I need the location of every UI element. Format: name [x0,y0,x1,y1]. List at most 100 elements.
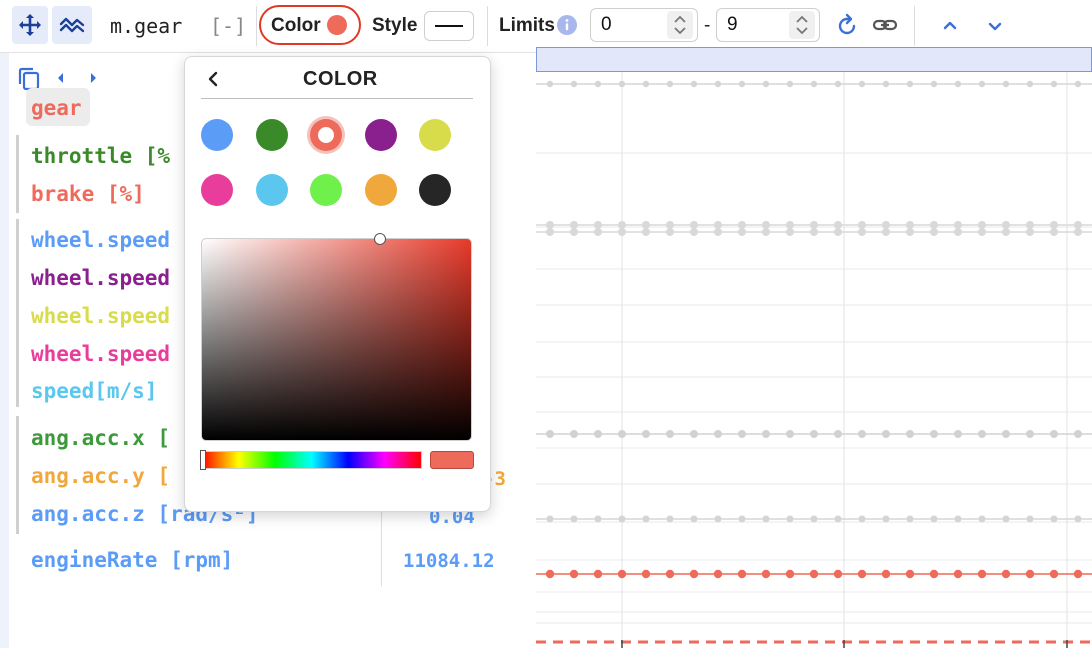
plot-trace-point [978,80,986,88]
signal-item[interactable]: wheel.speed [31,304,170,328]
selected-signal[interactable]: gear [26,88,90,126]
line-style-button[interactable] [424,11,474,41]
color-button[interactable]: Color [259,5,361,45]
chevron-left-icon[interactable] [54,71,68,85]
limit-max-stepper[interactable] [789,11,815,39]
stepper-arrows-icon [796,15,808,35]
info-icon[interactable] [557,15,577,35]
limit-min-input[interactable]: 0 [590,8,698,42]
group-bar [16,219,19,407]
color-swatch[interactable] [310,119,342,151]
plot-trace-point [906,80,914,88]
limit-max-input[interactable]: 9 [716,8,820,42]
plot-trace-point [786,80,794,88]
plot-trace-point [906,430,914,438]
plot-trace-point [834,430,842,438]
plot-trace-point [594,430,602,438]
signal-item[interactable]: brake [%] [31,182,145,206]
color-swatch[interactable] [201,174,233,206]
plot-trace-point [954,80,962,88]
plot-trace-point [762,430,770,438]
signal-item[interactable]: wheel.speed [31,342,170,366]
group-bar [16,416,19,534]
signal-item[interactable]: throttle [% [31,144,170,168]
plot-trace-point [666,515,674,523]
plot-trace-point [762,221,770,229]
saturation-handle[interactable] [374,233,386,245]
color-swatch[interactable] [364,119,397,151]
color-swatch[interactable] [201,119,233,151]
hue-handle[interactable] [200,450,206,470]
chevron-down-icon[interactable] [985,16,1005,36]
signal-item[interactable]: wheel.speed [31,266,170,290]
plot-trace-point [882,515,890,523]
plot-trace-point [714,221,722,229]
plot-trace-point [570,221,578,229]
current-color-dot [327,15,347,35]
plot-trace-point [714,80,722,88]
plot-trace-point [1050,515,1058,523]
plot-trace-point [714,430,722,438]
chevron-right-icon[interactable] [86,71,100,85]
chevron-left-icon[interactable] [203,69,223,89]
plot-trace-point [810,228,818,236]
plot-canvas [536,72,1092,648]
plot-trace-point [810,221,818,229]
plot-header-band [536,47,1092,72]
plot-trace-gear-point [785,569,795,579]
plot-trace-point [1050,80,1058,88]
color-swatch[interactable] [419,119,451,151]
wave-lines-icon [59,17,85,33]
plot-trace-point [1002,221,1010,229]
plot-trace-point [858,80,866,88]
move-arrows-icon [19,14,41,36]
plot-trace-gear-point [929,569,939,579]
plot-trace-point [1026,80,1034,88]
plot-trace-point [690,515,698,523]
plot-trace-point [786,430,794,438]
reset-icon[interactable] [835,13,859,37]
plot-trace-point [738,228,746,236]
limit-min-stepper[interactable] [667,11,693,39]
plot-trace-point [1074,221,1082,229]
plot-trace-gear-point [761,569,771,579]
plot-trace-point [690,80,698,88]
plot-area[interactable] [536,47,1092,648]
plot-trace-point [762,228,770,236]
plot-trace-point [738,515,746,523]
plot-trace-gear-point [689,569,699,579]
plot-trace-point [642,430,650,438]
color-swatch[interactable] [255,119,288,151]
move-button[interactable] [12,6,48,44]
plot-trace-point [618,221,626,229]
link-icon[interactable] [872,13,898,37]
plot-trace-gear-point [713,569,723,579]
plot-trace-gear-point [665,569,675,579]
signal-item[interactable]: ang.acc.y [ [31,464,170,488]
plot-trace-point [882,221,890,229]
plot-trace-point [618,430,626,438]
color-swatch[interactable] [310,174,342,206]
plot-trace-point [954,228,962,236]
collapse-toggle[interactable]: [-] [210,14,246,38]
chevron-up-icon[interactable] [940,16,960,36]
plot-trace-point [954,430,962,438]
signal-item[interactable]: ang.acc.x [ [31,426,170,450]
signal-item[interactable]: engineRate [rpm] [31,548,233,572]
hue-slider[interactable] [201,451,422,469]
plot-trace-point [930,515,938,523]
plot-trace-point [618,515,626,523]
line-style-toggle[interactable] [52,6,92,44]
plot-trace-point [1026,228,1034,236]
saturation-picker[interactable] [201,238,472,441]
color-swatch[interactable] [364,174,397,206]
plot-trace-point [786,228,794,236]
plot-trace-point [810,515,818,523]
color-swatch[interactable] [419,174,451,206]
signal-item[interactable]: wheel.speed [31,228,170,252]
color-swatch[interactable] [255,174,288,206]
plot-trace-gear-point [737,569,747,579]
signal-item[interactable]: speed[m/s] [31,379,157,403]
plot-trace-gear-point [953,569,963,579]
plot-trace-point [978,221,986,229]
